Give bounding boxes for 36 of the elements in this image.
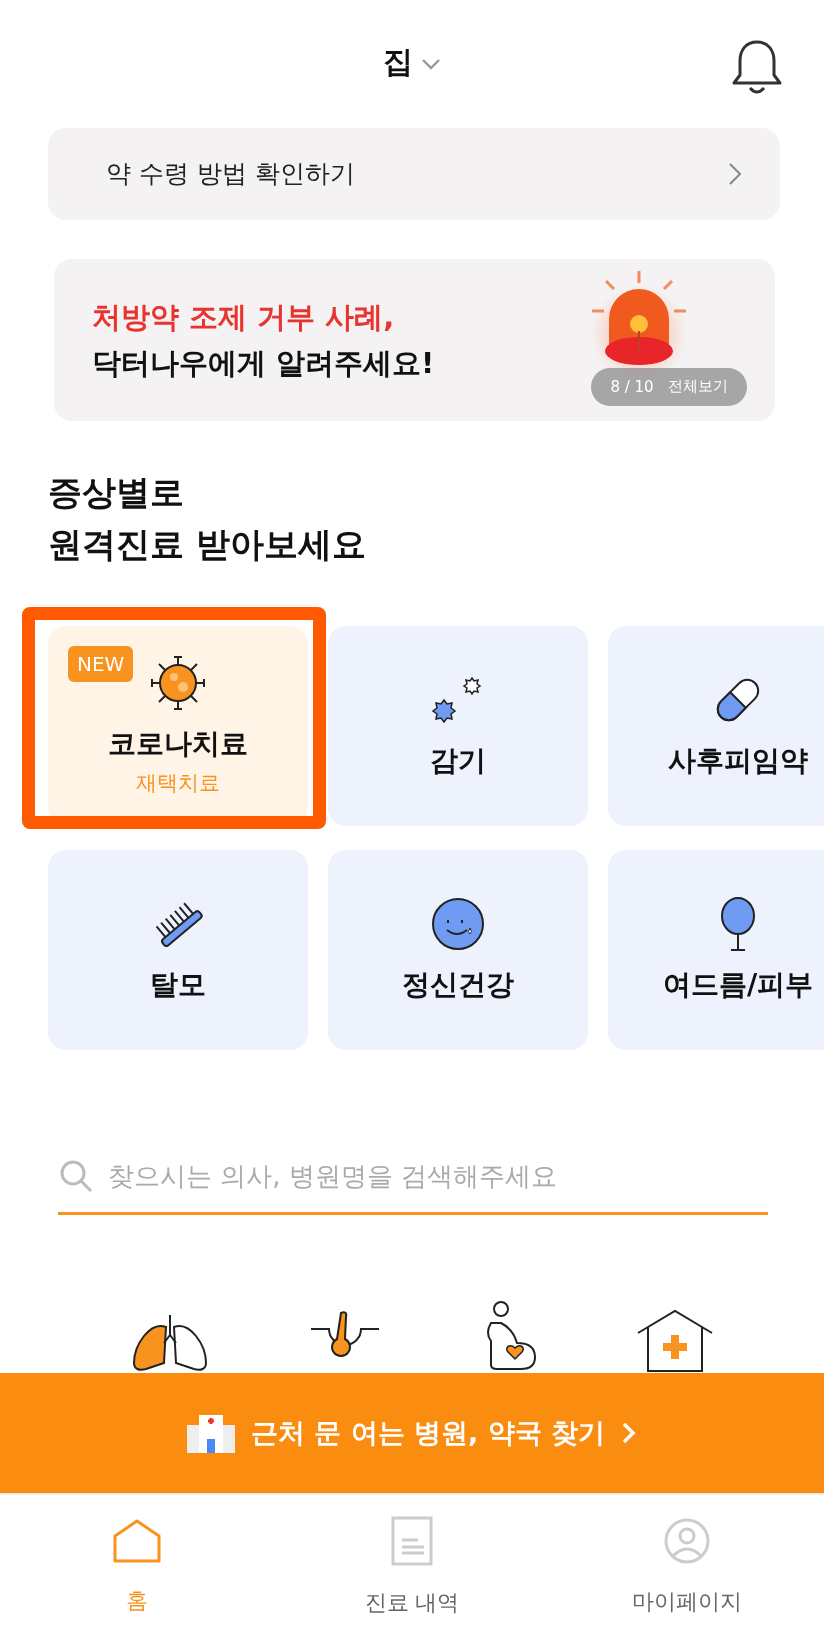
smiley-face-icon — [430, 896, 486, 953]
category-sublabel: 재택치료 — [136, 770, 220, 798]
home-icon — [112, 1517, 163, 1564]
house-plus-icon[interactable] — [636, 1308, 715, 1373]
chevron-right-icon — [621, 1421, 638, 1445]
category-label: 코로나치료 — [108, 726, 248, 763]
search-field[interactable]: 찾으시는 의사, 병원명을 검색해주세요 — [106, 1159, 768, 1192]
info-bar[interactable]: 약 수령 방법 확인하기 — [48, 127, 780, 220]
new-badge: NEW — [68, 646, 134, 683]
category-label: 여드름/피부 — [662, 967, 814, 1004]
category-card[interactable]: 감기 — [328, 626, 588, 827]
category-label: 탈모 — [150, 967, 206, 1004]
document-icon — [390, 1515, 434, 1566]
profile-icon — [662, 1516, 711, 1565]
section-title: 원격진료 받아보세요 — [48, 523, 367, 567]
cta-label: 근처 문 여는 병원, 약국 찾기 — [250, 1416, 606, 1450]
section-title: 증상별로 — [48, 471, 185, 515]
category-card[interactable]: 사후피임약 — [608, 626, 824, 827]
banner-headline: 닥터나우에게 알려주세요! — [92, 345, 435, 383]
category-label: 감기 — [430, 743, 486, 780]
chevron-right-icon — [728, 161, 742, 186]
page-counter: 8 / 10 — [610, 377, 654, 396]
caret-icon — [421, 58, 441, 71]
banner-headline: 처방약 조제 거부 사례, — [92, 299, 396, 337]
category-card[interactable]: 여드름/피부 — [608, 850, 824, 1051]
virus-icon — [150, 655, 206, 712]
category-card[interactable]: 정신건강 — [328, 850, 588, 1051]
info-label: 약 수령 방법 확인하기 — [106, 158, 355, 191]
location-dropdown[interactable]: 집 — [383, 41, 441, 83]
nav-tab[interactable]: 마이페이지 — [549, 1495, 824, 1638]
category-label: 사후피임약 — [668, 743, 808, 780]
hospital-icon — [186, 1413, 235, 1453]
category-card[interactable]: 탈모 — [48, 850, 308, 1051]
promo-banner[interactable]: 처방약 조제 거부 사례, 닥터나우에게 알려주세요! 8 / 10 전체보기 — [54, 258, 775, 422]
category-label: 정신건강 — [402, 967, 514, 1004]
nav-tab[interactable]: 진료 내역 — [274, 1495, 550, 1638]
